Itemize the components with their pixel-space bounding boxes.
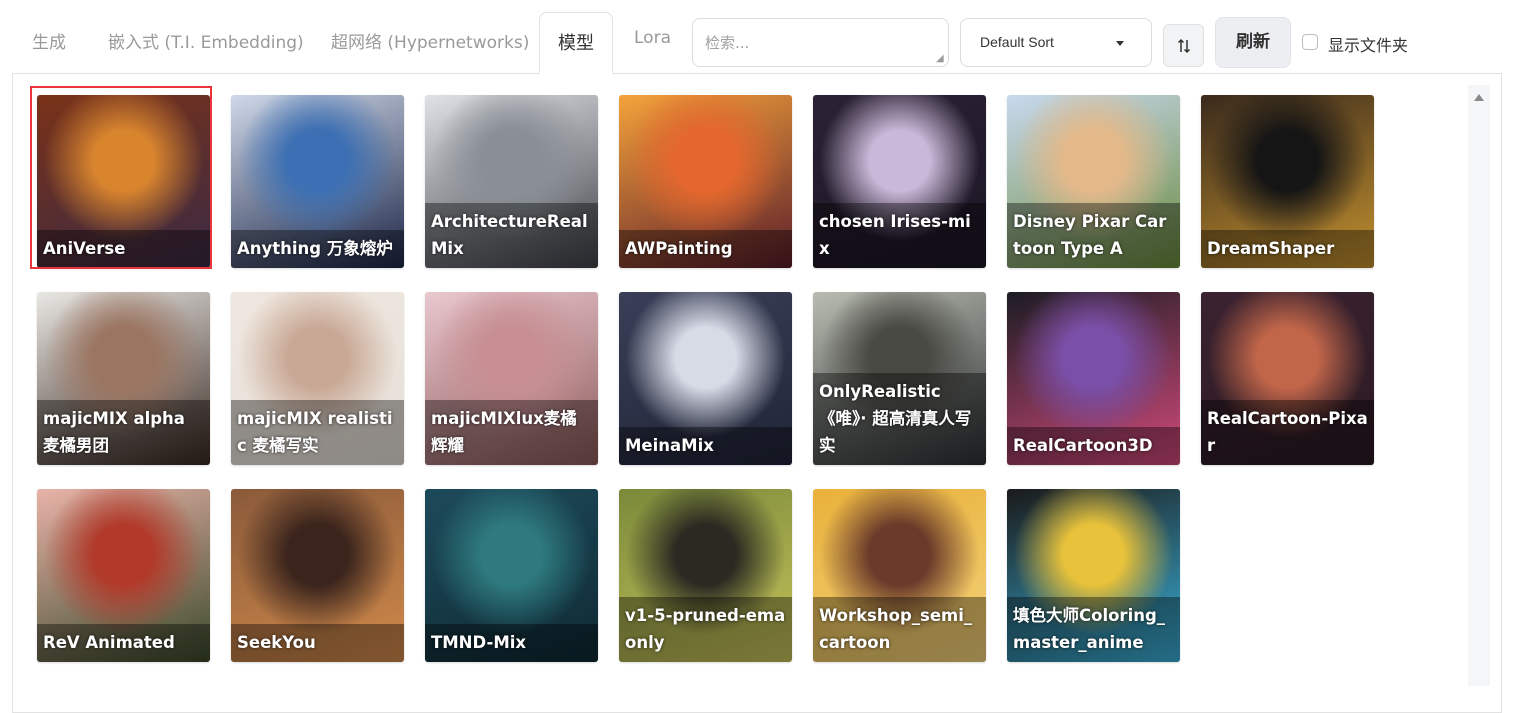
sort-select[interactable]: Default Sort (960, 18, 1152, 67)
model-card-label: 填色大师Coloring_master_anime (1007, 597, 1180, 662)
model-card-label: chosen Irises-mix (813, 203, 986, 268)
refresh-button[interactable]: 刷新 (1215, 17, 1291, 68)
scrollbar[interactable] (1468, 85, 1490, 686)
model-card-label: RealCartoon3D (1007, 427, 1180, 465)
model-card-label: majicMIXlux麦橘辉耀 (425, 400, 598, 465)
tab-hypernetworks[interactable]: 超网络 (Hypernetworks) (331, 28, 529, 53)
model-card[interactable]: ReV Animated (37, 489, 210, 662)
sort-direction-icon (1177, 38, 1191, 54)
model-card[interactable]: Disney Pixar Cartoon Type A (1007, 95, 1180, 268)
model-card-label: DreamShaper (1201, 230, 1374, 268)
model-card[interactable]: RealCartoon-Pixar (1201, 292, 1374, 465)
model-card[interactable]: Workshop_semi_cartoon (813, 489, 986, 662)
tab-textual-inversion[interactable]: 嵌入式 (T.I. Embedding) (108, 28, 304, 53)
model-card-label: OnlyRealistic 《唯》· 超高清真人写实 (813, 373, 986, 465)
model-card[interactable]: DreamShaper (1201, 95, 1374, 268)
model-card-label: Anything 万象熔炉 (231, 230, 404, 268)
tab-lora[interactable]: Lora (634, 28, 671, 48)
model-card[interactable]: MeinaMix (619, 292, 792, 465)
model-card-label: majicMIX realistic 麦橘写实 (231, 400, 404, 465)
model-card[interactable]: RealCartoon3D (1007, 292, 1180, 465)
model-card[interactable]: v1-5-pruned-emaonly (619, 489, 792, 662)
model-card[interactable]: chosen Irises-mix (813, 95, 986, 268)
model-card-label: majicMIX alpha 麦橘男团 (37, 400, 210, 465)
model-card-label: ReV Animated (37, 624, 210, 662)
tab-checkpoints[interactable]: 模型 (539, 12, 613, 74)
show-folders-label: 显示文件夹 (1328, 36, 1409, 55)
chevron-down-icon (1116, 41, 1124, 46)
tab-generate[interactable]: 生成 (32, 28, 66, 53)
scroll-up-arrow-icon[interactable] (1474, 94, 1484, 101)
model-card-label: TMND-Mix (425, 624, 598, 662)
search-input[interactable] (692, 18, 949, 67)
model-card-label: ArchitectureRealMix (425, 203, 598, 268)
model-card-label: SeekYou (231, 624, 404, 662)
model-card-label: v1-5-pruned-emaonly (619, 597, 792, 662)
model-card-label: MeinaMix (619, 427, 792, 465)
resize-grip-icon[interactable]: ◢ (936, 54, 944, 64)
model-card-label: AniVerse (37, 230, 210, 268)
model-card[interactable]: majicMIX realistic 麦橘写实 (231, 292, 404, 465)
model-card-label: AWPainting (619, 230, 792, 268)
model-card[interactable]: AniVerse (37, 95, 210, 268)
sort-direction-button[interactable] (1163, 24, 1204, 67)
model-card-label: Workshop_semi_cartoon (813, 597, 986, 662)
model-card[interactable]: OnlyRealistic 《唯》· 超高清真人写实 (813, 292, 986, 465)
model-card[interactable]: Anything 万象熔炉 (231, 95, 404, 268)
model-card-label: RealCartoon-Pixar (1201, 400, 1374, 465)
model-card[interactable]: 填色大师Coloring_master_anime (1007, 489, 1180, 662)
model-card[interactable]: ArchitectureRealMix (425, 95, 598, 268)
model-card[interactable]: SeekYou (231, 489, 404, 662)
model-card[interactable]: majicMIXlux麦橘辉耀 (425, 292, 598, 465)
model-card[interactable]: TMND-Mix (425, 489, 598, 662)
sort-select-value: Default Sort (980, 34, 1054, 50)
model-card-label: Disney Pixar Cartoon Type A (1007, 203, 1180, 268)
toolbar: 生成 嵌入式 (T.I. Embedding) 超网络 (Hypernetwor… (0, 0, 1523, 74)
model-card[interactable]: AWPainting (619, 95, 792, 268)
show-folders-checkbox[interactable] (1302, 34, 1318, 50)
model-card[interactable]: majicMIX alpha 麦橘男团 (37, 292, 210, 465)
